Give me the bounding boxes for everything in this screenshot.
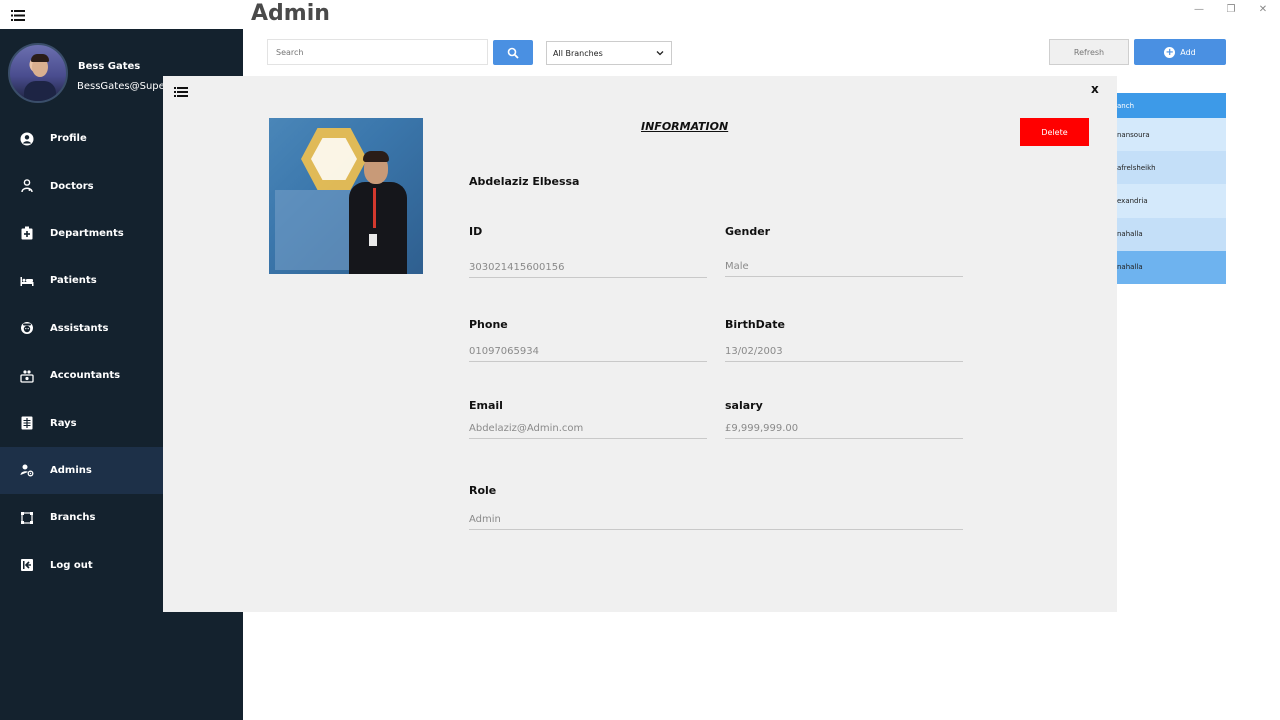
first-aid-icon (20, 226, 34, 240)
gender-value: Male (725, 261, 963, 277)
app-window: Admin — ❐ ✕ Bess Gates BessGates@SuperA … (0, 0, 1280, 720)
branch-icon (20, 511, 34, 525)
assistant-icon (20, 321, 34, 335)
id-label: ID (469, 225, 483, 238)
admin-gear-icon (20, 463, 34, 477)
delete-button[interactable]: Delete (1020, 118, 1089, 146)
xray-icon (20, 416, 34, 430)
sidebar-item-label: Departments (50, 227, 124, 239)
table-row[interactable]: nahalla (1117, 250, 1226, 284)
role-value: Admin (469, 514, 963, 530)
close-dialog-button[interactable]: x (1091, 82, 1099, 96)
add-button-label: Add (1180, 47, 1196, 57)
salary-label: salary (725, 399, 763, 412)
dialog-title: INFORMATION (641, 120, 729, 133)
table-row[interactable]: afrelsheikh (1117, 151, 1226, 185)
doctor-icon (20, 179, 34, 193)
profile-photo (269, 118, 423, 274)
page-title: Admin (251, 1, 330, 26)
id-value: 303021415600156 (469, 262, 707, 278)
sidebar-item-label: Admins (50, 464, 92, 476)
email-value: Abdelaziz@Admin.com (469, 423, 707, 439)
window-controls: — ❐ ✕ (1192, 4, 1270, 15)
money-icon (20, 369, 34, 383)
table-row[interactable]: exandria (1117, 184, 1226, 218)
chevron-down-icon (656, 51, 664, 56)
search-button[interactable] (493, 40, 533, 65)
sidebar-item-label: Log out (50, 559, 93, 571)
sidebar-item-label: Assistants (50, 322, 109, 334)
phone-label: Phone (469, 318, 508, 331)
user-name: Bess Gates (78, 61, 141, 72)
user-email: BessGates@SuperA (77, 81, 176, 92)
plus-icon: + (1164, 46, 1176, 58)
table-row[interactable]: nahalla (1117, 217, 1226, 251)
title-bar: Admin — ❐ ✕ (0, 0, 1280, 29)
logout-icon (20, 558, 34, 572)
menu-icon[interactable] (11, 10, 25, 21)
branch-table: anch nansoura afrelsheikh exandria nahal… (1117, 93, 1226, 284)
salary-value: £9,999,999.00 (725, 423, 963, 439)
sidebar-item-label: Doctors (50, 180, 94, 192)
bed-icon (20, 274, 34, 288)
add-button[interactable]: + Add (1134, 39, 1226, 65)
minimize-button[interactable]: — (1192, 4, 1206, 15)
user-circle-icon (20, 132, 34, 146)
information-dialog: x INFORMATION Delete Abdelaziz Elbessa I… (163, 76, 1117, 612)
search-icon (507, 47, 519, 59)
close-window-button[interactable]: ✕ (1256, 4, 1270, 15)
table-header: anch (1117, 93, 1226, 118)
avatar[interactable] (8, 43, 68, 103)
role-label: Role (469, 484, 497, 497)
sidebar-item-label: Rays (50, 417, 77, 429)
sidebar-item-label: Branchs (50, 512, 96, 524)
sidebar-item-label: Patients (50, 275, 97, 287)
email-label: Email (469, 399, 503, 412)
birthdate-value: 13/02/2003 (725, 346, 963, 362)
branch-select[interactable]: All Branches (546, 41, 672, 65)
refresh-button[interactable]: Refresh (1049, 39, 1129, 65)
gender-label: Gender (725, 225, 771, 238)
sidebar-item-label: Accountants (50, 370, 121, 382)
phone-value: 01097065934 (469, 346, 707, 362)
restore-button[interactable]: ❐ (1224, 4, 1238, 15)
table-row[interactable]: nansoura (1117, 118, 1226, 152)
sidebar-item-label: Profile (50, 133, 87, 145)
branch-select-value: All Branches (553, 48, 603, 58)
birthdate-label: BirthDate (725, 318, 785, 331)
full-name: Abdelaziz Elbessa (469, 175, 580, 188)
menu-icon[interactable] (174, 87, 188, 97)
search-input[interactable] (267, 39, 488, 65)
